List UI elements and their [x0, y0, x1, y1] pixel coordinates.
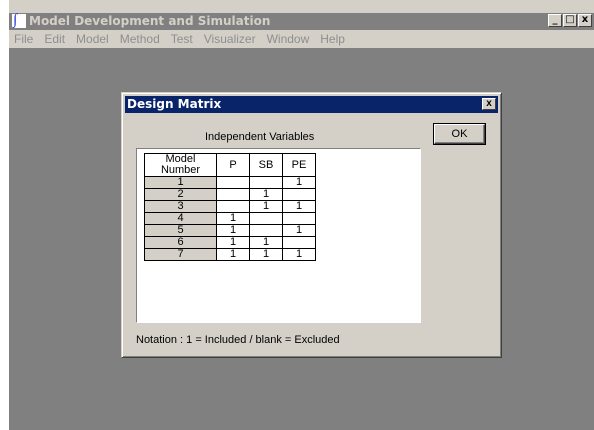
table-cell[interactable] [282, 188, 316, 201]
dialog-close-button[interactable]: x [482, 98, 496, 110]
table-row: 5 1 1 [144, 224, 316, 237]
table-cell[interactable] [249, 224, 283, 237]
dialog-titlebar[interactable]: Design Matrix x [125, 96, 498, 113]
window-controls: _ □ x [547, 14, 592, 28]
row-header[interactable]: 5 [144, 224, 217, 237]
column-header-p[interactable]: P [216, 153, 250, 177]
maximize-button[interactable]: □ [563, 14, 577, 27]
column-header-sb[interactable]: SB [249, 153, 283, 177]
table-cell[interactable]: 1 [249, 188, 283, 201]
table-cell[interactable] [282, 236, 316, 249]
table-row: 7 1 1 1 [144, 248, 316, 261]
menu-visualizer[interactable]: Visualizer [199, 30, 262, 48]
app-titlebar[interactable]: ∫ Model Development and Simulation _ □ x [9, 13, 594, 30]
design-matrix-table: Model Number P SB PE 1 1 2 1 3 1 1 4 1 5… [144, 153, 316, 261]
table-row: 3 1 1 [144, 200, 316, 213]
table-cell[interactable]: 1 [282, 176, 316, 189]
table-cell[interactable]: 1 [216, 248, 250, 261]
menu-method[interactable]: Method [115, 30, 166, 48]
menu-model[interactable]: Model [71, 30, 115, 48]
row-header[interactable]: 3 [144, 200, 217, 213]
table-cell[interactable]: 1 [249, 200, 283, 213]
table-cell[interactable] [216, 200, 250, 213]
menu-edit[interactable]: Edit [39, 30, 71, 48]
table-cell[interactable]: 1 [249, 248, 283, 261]
notation-text: Notation : 1 = Included / blank = Exclud… [136, 334, 340, 346]
app-title: Model Development and Simulation [29, 14, 271, 28]
table-cell[interactable] [249, 212, 283, 225]
row-header[interactable]: 4 [144, 212, 217, 225]
design-matrix-grid-panel[interactable]: Model Number P SB PE 1 1 2 1 3 1 1 4 1 5… [136, 148, 421, 323]
row-header[interactable]: 2 [144, 188, 217, 201]
table-cell[interactable]: 1 [216, 236, 250, 249]
row-header[interactable]: 7 [144, 248, 217, 261]
dialog-title: Design Matrix [127, 97, 222, 111]
table-header-row: Model Number P SB PE [144, 153, 316, 177]
menu-help[interactable]: Help [315, 30, 351, 48]
table-row: 1 1 [144, 176, 316, 189]
menu-test[interactable]: Test [166, 30, 199, 48]
table-cell[interactable]: 1 [282, 224, 316, 237]
ok-button[interactable]: OK [433, 123, 486, 145]
menu-window[interactable]: Window [262, 30, 316, 48]
table-cell[interactable]: 1 [216, 224, 250, 237]
table-cell[interactable] [249, 176, 283, 189]
close-button[interactable]: x [578, 14, 592, 27]
menu-file[interactable]: File [9, 30, 39, 48]
table-row: 4 1 [144, 212, 316, 225]
table-cell[interactable]: 1 [249, 236, 283, 249]
table-cell[interactable] [282, 212, 316, 225]
row-header[interactable]: 6 [144, 236, 217, 249]
design-matrix-dialog: Design Matrix x Independent Variables OK… [121, 92, 502, 358]
independent-variables-label: Independent Variables [205, 131, 315, 143]
table-row: 2 1 [144, 188, 316, 201]
table-cell[interactable] [216, 188, 250, 201]
app-icon[interactable]: ∫ [12, 13, 26, 28]
table-cell[interactable] [216, 176, 250, 189]
table-row: 6 1 1 [144, 236, 316, 249]
table-cell[interactable]: 1 [282, 200, 316, 213]
column-header-model-number[interactable]: Model Number [144, 153, 217, 177]
minimize-button[interactable]: _ [548, 14, 562, 27]
app-window: ∫ Model Development and Simulation _ □ x… [9, 0, 594, 430]
menu-bar: File Edit Model Method Test Visualizer W… [9, 30, 594, 48]
table-cell[interactable]: 1 [282, 248, 316, 261]
mdi-workspace: Design Matrix x Independent Variables OK… [9, 48, 594, 430]
table-cell[interactable]: 1 [216, 212, 250, 225]
column-header-pe[interactable]: PE [282, 153, 316, 177]
row-header[interactable]: 1 [144, 176, 217, 189]
